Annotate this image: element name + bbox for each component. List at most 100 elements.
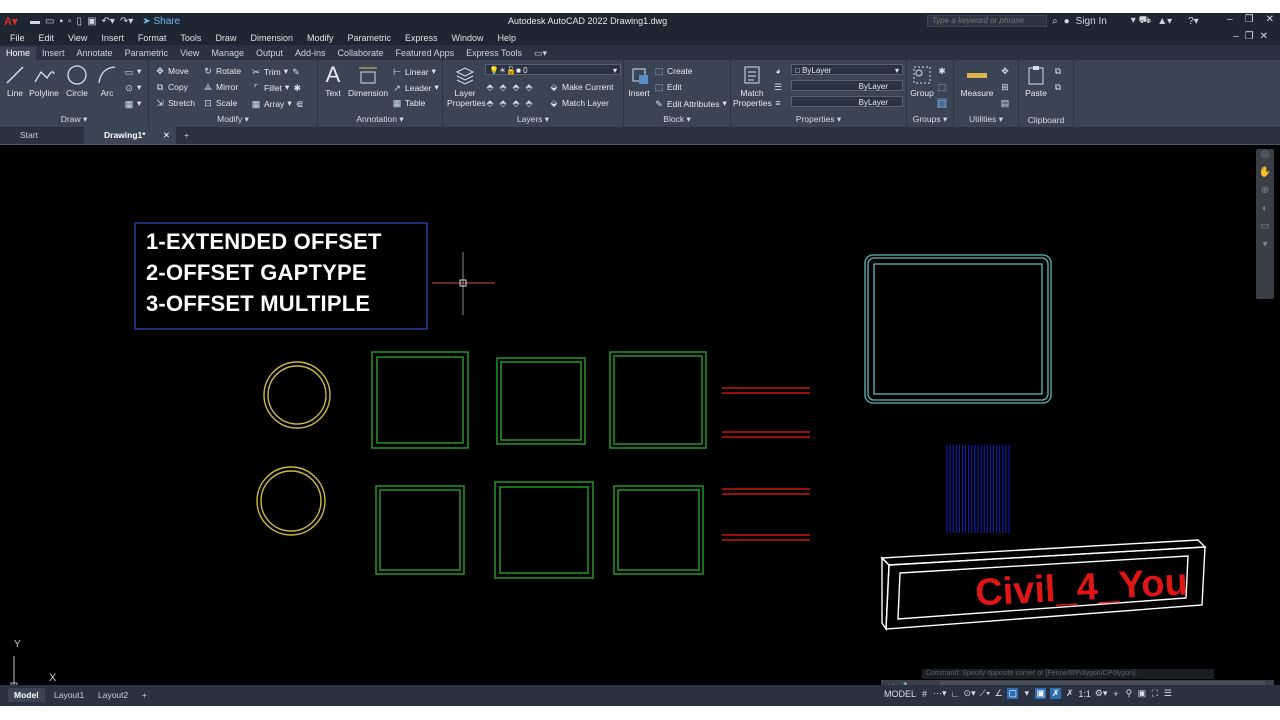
copy-button[interactable]: ⧉ Copy [155, 82, 188, 92]
menu-express[interactable]: Express [405, 33, 438, 43]
steering-wheel-icon[interactable]: ◎ [1256, 149, 1274, 167]
nav-settings-icon[interactable]: ▾ [1256, 239, 1274, 257]
menu-help[interactable]: Help [498, 33, 517, 43]
make-current-button[interactable]: ⬙ Make Current [549, 82, 614, 92]
tab-collaborate[interactable]: Collaborate [332, 47, 390, 60]
annotation-visibility-icon[interactable]: ▾ [1022, 688, 1031, 699]
tab-express-tools[interactable]: Express Tools [460, 47, 528, 60]
edit-attributes-button[interactable]: ✎ Edit Attributes ▾ [654, 98, 727, 109]
lineweight-toggle-icon[interactable]: ▣ [1035, 688, 1047, 699]
user-icon[interactable]: ● [1064, 16, 1070, 27]
lineweight-dropdown[interactable]: ByLayer [791, 96, 903, 107]
paste-button[interactable]: Paste [1023, 64, 1049, 98]
menu-tools[interactable]: Tools [180, 33, 201, 43]
units-icon[interactable]: ⚲ [1124, 688, 1133, 699]
new-tab-icon[interactable]: + [176, 127, 196, 144]
menu-view[interactable]: View [68, 33, 87, 43]
annotation-panel-title[interactable]: Annotation ▾ [318, 114, 442, 125]
block-panel-title[interactable]: Block ▾ [624, 114, 730, 125]
polar-icon[interactable]: ⊙▾ [964, 688, 976, 699]
trim-button[interactable]: ✂ Trim ▾ ✎ [251, 66, 301, 77]
utilities-panel-title[interactable]: Utilities ▾ [954, 114, 1018, 125]
arc-button[interactable]: Arc [96, 64, 118, 98]
polyline-button[interactable]: Polyline [28, 64, 60, 98]
rotate-button[interactable]: ↻ Rotate [203, 66, 241, 76]
workspace-gear-icon[interactable]: ⚙▾ [1095, 688, 1108, 699]
circle-button[interactable]: Circle [64, 64, 90, 98]
tab-insert[interactable]: Insert [36, 47, 71, 60]
minimize-icon[interactable]: – [1227, 14, 1233, 25]
share-icon[interactable]: ➤ Share [142, 16, 180, 27]
tab-manage[interactable]: Manage [205, 47, 250, 60]
tab-add-ins[interactable]: Add-ins [289, 47, 332, 60]
draw-panel-title[interactable]: Draw ▾ [0, 114, 148, 125]
mirror-button[interactable]: ⟁ Mirror [203, 82, 238, 92]
tab-view[interactable]: View [174, 47, 205, 60]
table-button[interactable]: ▦ Table [392, 98, 426, 108]
group-edit-icon[interactable]: ⬚ [937, 82, 947, 92]
text-button[interactable]: A Text [322, 64, 344, 99]
close-tab-icon[interactable]: ✕ [163, 127, 170, 144]
drawing-window-controls[interactable]: –❐✕ [1233, 31, 1274, 42]
quick-select-icon[interactable]: ✥ [1000, 66, 1010, 76]
insert-button[interactable]: Insert [626, 64, 652, 98]
model-space-toggle[interactable]: MODEL [884, 689, 916, 699]
sign-in-link[interactable]: Sign In [1076, 16, 1107, 27]
app-logo-icon[interactable]: A▾ [4, 15, 20, 28]
search-icon[interactable]: ⌕ [1052, 16, 1058, 27]
tab-drawing1[interactable]: Drawing1* ✕ [84, 127, 176, 144]
layer-dropdown[interactable]: 💡☀🔓■ 0 ▾ [485, 64, 621, 75]
dimension-button[interactable]: Dimension [348, 64, 388, 98]
linetype-dropdown[interactable]: ByLayer [791, 80, 903, 91]
menu-edit[interactable]: Edit [39, 33, 55, 43]
menu-draw[interactable]: Draw [215, 33, 236, 43]
scale-button[interactable]: ⊡ Scale [203, 98, 237, 108]
leader-button[interactable]: ↗ Leader ▾ [392, 82, 439, 93]
group-button[interactable]: Group [909, 64, 935, 98]
web-mobile-icon[interactable]: ▯ [77, 16, 83, 27]
help-icon[interactable]: ?▾ [1188, 16, 1199, 27]
tab-annotate[interactable]: Annotate [71, 47, 119, 60]
osnap-tracking-icon[interactable]: ∠ [994, 688, 1003, 699]
isolate-objects-icon[interactable]: ▣ [1137, 688, 1147, 699]
menu-insert[interactable]: Insert [101, 33, 124, 43]
tab-featured-apps[interactable]: Featured Apps [390, 47, 461, 60]
fullscreen-icon[interactable]: ⛶ [1150, 688, 1159, 699]
calculator-icon[interactable]: ▤ [1000, 98, 1010, 108]
menu-parametric[interactable]: Parametric [348, 33, 392, 43]
autodesk-icon[interactable]: ▲▾ [1157, 16, 1172, 27]
id-point-icon[interactable]: ⊞ [1000, 82, 1010, 92]
annotation-scale-value[interactable]: 1:1 [1078, 689, 1091, 699]
groups-panel-title[interactable]: Groups ▾ [907, 114, 953, 125]
match-layer-button[interactable]: ⬙ Match Layer [549, 98, 609, 108]
menu-modify[interactable]: Modify [307, 33, 334, 43]
rectangle-icon[interactable]: ▭ ▾ [124, 66, 142, 77]
drawing-canvas[interactable]: Civil_4_You 1-EXTENDED OFFSET 2-OFFSET G… [0, 145, 1280, 697]
line-button[interactable]: Line [4, 64, 26, 98]
tab-parametric[interactable]: Parametric [119, 47, 175, 60]
group-select-icon[interactable]: ⬚ [937, 98, 947, 108]
erase-icon[interactable]: ✎ [291, 67, 301, 77]
ribbon-minimize-icon[interactable]: ▭▾ [528, 47, 553, 60]
menu-dimension[interactable]: Dimension [250, 33, 293, 43]
tab-home[interactable]: Home [0, 47, 37, 60]
annotation-auto-icon[interactable]: ✗ [1065, 688, 1074, 699]
restore-icon[interactable]: ❐ [1245, 14, 1254, 25]
menu-window[interactable]: Window [452, 33, 484, 43]
match-properties-button[interactable]: Match Properties [733, 64, 772, 108]
menu-file[interactable]: File [10, 33, 25, 43]
hatch-icon[interactable]: ▦ ▾ [124, 98, 142, 109]
search-input[interactable] [927, 15, 1047, 27]
tab-layout1[interactable]: Layout1 [48, 688, 90, 702]
linear-button[interactable]: ⊢ Linear ▾ [392, 66, 436, 77]
explode-icon[interactable]: ✱ [292, 83, 302, 93]
osnap-icon[interactable]: ▢ [1007, 688, 1019, 699]
cart-icon[interactable]: ▾ ⛟ [1131, 15, 1151, 28]
plot-icon[interactable]: ▣ [87, 16, 96, 27]
annotation-monitor-icon[interactable]: + [1111, 689, 1120, 699]
isodraft-icon[interactable]: ⟋▾ [980, 688, 991, 699]
tab-output[interactable]: Output [250, 47, 289, 60]
layer-tools-row1[interactable]: ⬘ ⬘ ⬘ ⬘ [485, 82, 534, 92]
new-file-icon[interactable]: ▬ [30, 16, 40, 27]
undo-icon[interactable]: ↶▾ [102, 16, 115, 27]
